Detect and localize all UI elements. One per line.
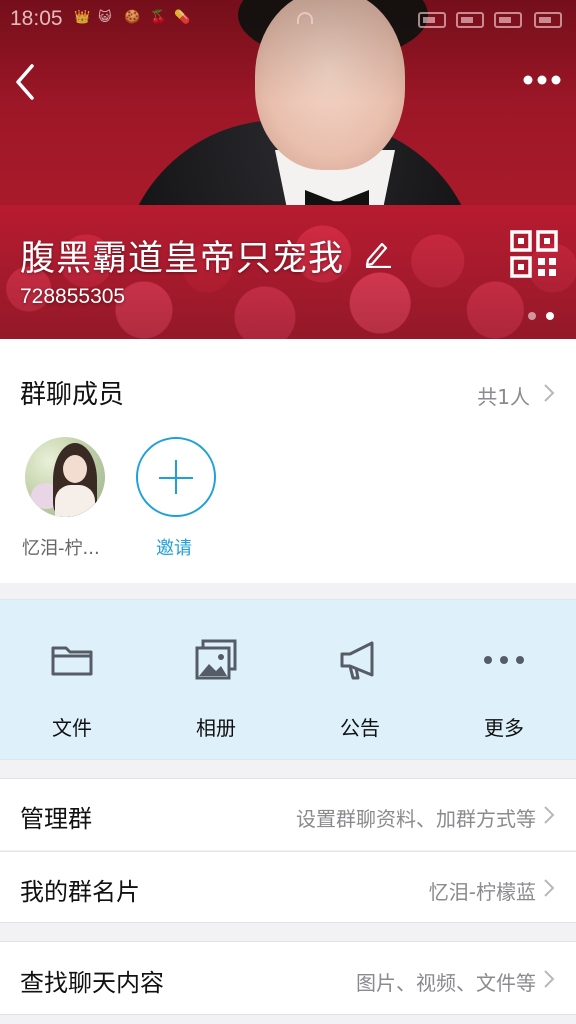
group-cover-banner[interactable]: 18:05 👑 😺 🍪 🍒 💊 腹黑霸道皇帝只宠我 728855305 <box>0 0 576 339</box>
shortcut-album[interactable]: 相册 <box>144 600 288 761</box>
shortcut-label: 更多 <box>484 716 524 740</box>
invite-button[interactable] <box>136 437 216 517</box>
notification-icon: 🍪 <box>124 10 141 25</box>
cover-pager <box>524 312 560 322</box>
megaphone-icon <box>340 641 374 680</box>
more-dots-icon <box>484 656 524 664</box>
invite-label[interactable]: 邀请 <box>156 534 192 560</box>
photo-album-icon <box>195 639 237 680</box>
notification-icon: 💊 <box>174 10 191 25</box>
shortcut-label: 公告 <box>340 716 380 740</box>
group-shortcuts-bar: 文件 相册 公告 更多 <box>0 599 576 760</box>
battery-icon <box>534 12 562 28</box>
chevron-right-icon <box>544 970 555 988</box>
signal-icon <box>456 12 484 28</box>
row-value: 图片、视频、文件等 <box>356 971 536 995</box>
avatar[interactable] <box>25 437 105 517</box>
group-number: 728855305 <box>20 285 126 308</box>
headphones-icon <box>297 12 313 24</box>
chevron-right-icon[interactable] <box>542 382 556 404</box>
shortcut-files[interactable]: 文件 <box>0 600 144 761</box>
pager-dot-active <box>546 312 554 320</box>
notification-icon: 😺 <box>98 10 112 25</box>
row-title: 我的群名片 <box>20 878 140 906</box>
chevron-left-icon[interactable] <box>10 60 46 104</box>
row-manage-group[interactable]: 管理群 设置群聊资料、加群方式等 <box>0 778 576 850</box>
row-title: 查找聊天内容 <box>20 969 164 997</box>
shortcut-label: 相册 <box>196 716 236 740</box>
wifi-icon <box>494 12 522 28</box>
pencil-icon[interactable] <box>364 238 392 268</box>
chevron-right-icon <box>544 806 555 824</box>
member-name: 忆泪-柠... <box>22 538 100 559</box>
qr-code-icon[interactable] <box>510 230 558 278</box>
row-value: 忆泪-柠檬蓝 <box>428 880 536 904</box>
more-horizontal-icon[interactable] <box>520 68 564 92</box>
row-my-group-card[interactable]: 我的群名片 忆泪-柠檬蓝 <box>0 851 576 923</box>
status-time: 18:05 <box>10 7 63 30</box>
row-search-chat[interactable]: 查找聊天内容 图片、视频、文件等 <box>0 941 576 1015</box>
members-count[interactable]: 共1人 <box>477 381 530 410</box>
folder-icon <box>51 646 93 676</box>
notification-icon: 👑 <box>74 10 91 25</box>
signal-icon <box>418 12 446 28</box>
members-title: 群聊成员 <box>20 380 125 410</box>
status-bar: 18:05 👑 😺 🍪 🍒 💊 <box>0 0 576 40</box>
row-title: 管理群 <box>20 805 92 833</box>
shortcut-label: 文件 <box>52 716 92 740</box>
shortcut-more[interactable]: 更多 <box>432 600 576 761</box>
members-section: 群聊成员 共1人 忆泪-柠... 邀请 <box>0 339 576 583</box>
pager-dot <box>528 312 536 320</box>
notification-icon: 🍒 <box>150 10 167 25</box>
group-name: 腹黑霸道皇帝只宠我 <box>20 239 345 279</box>
row-value: 设置群聊资料、加群方式等 <box>296 807 536 831</box>
chevron-right-icon <box>544 879 555 897</box>
shortcut-announcement[interactable]: 公告 <box>288 600 432 761</box>
